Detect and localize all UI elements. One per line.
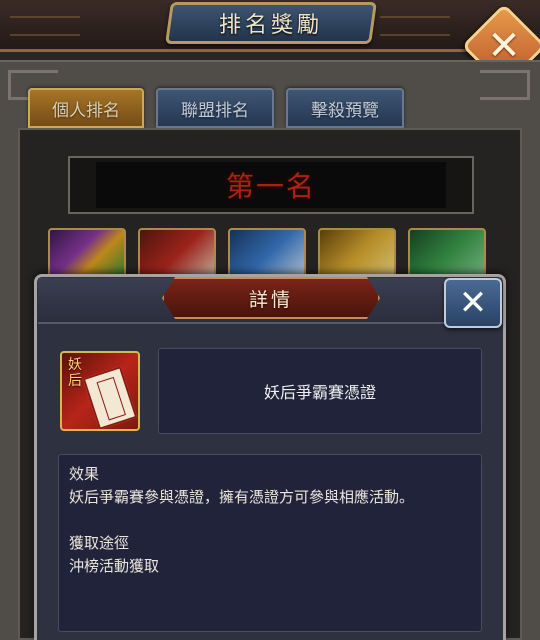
- banner-ornament-left: [10, 16, 80, 36]
- effect-text: 妖后爭霸賽參與憑證，擁有憑證方可參與相應活動。: [69, 488, 415, 506]
- detail-close-button[interactable]: ✕: [444, 278, 502, 328]
- source-text: 沖榜活動獲取: [69, 557, 160, 575]
- item-icon: 妖后: [60, 351, 140, 431]
- banner-ornament-right: [380, 16, 450, 36]
- close-icon: ✕: [458, 283, 488, 323]
- page-title-plate: 排名獎勵: [165, 2, 377, 44]
- source-heading: 獲取途徑: [69, 534, 130, 552]
- effect-heading: 效果: [69, 465, 100, 483]
- certificate-card-icon: [82, 366, 138, 429]
- detail-popup-title: 詳情: [162, 277, 380, 319]
- item-name: 妖后爭霸賽憑證: [158, 348, 482, 434]
- item-description: 效果 妖后爭霸賽參與憑證，擁有憑證方可參與相應活動。 獲取途徑 沖榜活動獲取: [58, 454, 482, 632]
- page-title: 排名獎勵: [218, 13, 323, 38]
